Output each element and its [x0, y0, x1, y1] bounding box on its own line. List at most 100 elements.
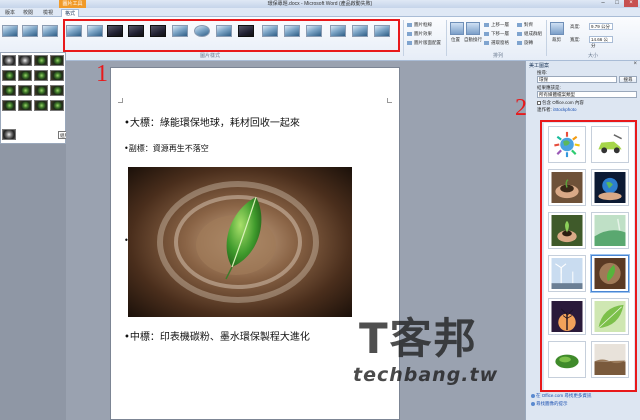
height-label: 高度:	[570, 24, 581, 29]
search-go-button[interactable]: 搜尋	[619, 76, 637, 83]
arrange-group-label: 排列	[493, 53, 504, 59]
gallery-group-label: 圖片樣式	[200, 53, 221, 59]
rotate-icon	[517, 40, 522, 45]
wrap-text-icon[interactable]	[466, 22, 480, 35]
align-button[interactable]: 對齊	[517, 22, 533, 28]
style-preview-thumb[interactable]	[2, 100, 16, 111]
license-line: 連作者: iStockphoto	[537, 107, 577, 113]
align-label: 對齊	[524, 22, 533, 27]
width-input[interactable]: 14.66 公分	[589, 36, 613, 48]
style-preview-thumb[interactable]	[2, 129, 16, 140]
picture-effects-label: 圖片效果	[414, 31, 432, 36]
layout-icon	[407, 40, 412, 45]
position-label[interactable]: 位置	[451, 37, 460, 43]
style-preview-thumb[interactable]	[2, 70, 16, 81]
selection-pane-icon	[484, 40, 489, 45]
selection-pane-label: 選取窗格	[491, 40, 509, 45]
leaf-photo[interactable]	[128, 167, 352, 317]
style-thumb[interactable]	[22, 25, 38, 37]
checkbox-icon	[537, 100, 541, 105]
minimize-button[interactable]: –	[596, 0, 610, 7]
effects-icon	[407, 31, 412, 36]
search-input[interactable]: 環保	[537, 76, 617, 83]
width-label: 寬度:	[570, 37, 581, 42]
align-icon	[517, 22, 522, 27]
style-preview-thumb[interactable]	[34, 55, 48, 66]
find-more-label: 在 Office.com 尋找更多資訊	[536, 393, 592, 398]
highlight-number-1: 1	[96, 61, 108, 87]
crop-icon[interactable]	[550, 22, 564, 35]
style-preview-thumb[interactable]	[50, 70, 64, 81]
send-backward-label: 下移一層	[491, 31, 509, 36]
style-preview-thumb[interactable]	[34, 100, 48, 111]
style-preview-thumb[interactable]	[34, 85, 48, 96]
bring-forward-label: 上移一層	[491, 22, 509, 27]
tab-version[interactable]: 版本	[2, 9, 18, 17]
license-prefix: 連作者:	[537, 107, 552, 112]
pane-title: 美工圖案	[529, 63, 550, 69]
crop-label[interactable]: 裁剪	[552, 37, 561, 43]
send-backward-button[interactable]: 下移一層	[484, 31, 509, 37]
style-preview-thumb[interactable]	[50, 85, 64, 96]
group-label: 組成群組	[524, 31, 542, 36]
find-more-link[interactable]: 在 Office.com 尋找更多資訊	[531, 393, 591, 399]
picture-layout-label: 圖片版面配置	[414, 40, 441, 45]
search-hints-label: 尋找圖像的提示	[536, 401, 568, 406]
style-preview-thumb[interactable]	[18, 100, 32, 111]
style-preview-thumb[interactable]	[2, 55, 16, 66]
bring-forward-icon	[484, 22, 489, 27]
picture-layout-button[interactable]: 圖片版面配置	[407, 40, 441, 46]
style-preview-thumb[interactable]	[34, 70, 48, 81]
position-icon[interactable]	[450, 22, 464, 35]
include-office-checkbox[interactable]: 包含 Office.com 內容	[537, 100, 584, 106]
help-icon	[531, 401, 535, 406]
style-preview-thumb[interactable]	[2, 85, 16, 96]
highlight-number-2: 2	[515, 95, 527, 121]
rotate-button[interactable]: 旋轉	[517, 40, 533, 46]
style-thumb[interactable]	[42, 25, 58, 37]
tab-view[interactable]: 檢視	[40, 9, 56, 17]
watermark-site: techbang.tw	[353, 364, 499, 386]
ribbon-separator	[546, 20, 547, 56]
window-title: 環保專題.docx - Microsoft Word (產品啟動失敗)	[267, 1, 373, 7]
style-preview-thumb[interactable]	[18, 85, 32, 96]
picture-border-button[interactable]: 圖片框線	[407, 22, 432, 28]
picture-border-label: 圖片框線	[414, 22, 432, 27]
style-thumb[interactable]	[2, 25, 18, 37]
group-button[interactable]: 組成群組	[517, 31, 542, 37]
results-type-select[interactable]: 所有媒體檔案類型	[537, 91, 637, 98]
size-group-label: 大小	[588, 53, 599, 59]
highlight-box-2	[540, 120, 637, 392]
height-input[interactable]: 9.79 公分	[589, 23, 613, 30]
maximize-button[interactable]: □	[610, 0, 624, 7]
ribbon-separator	[403, 20, 404, 56]
globe-icon	[531, 393, 535, 398]
border-icon	[407, 22, 412, 27]
style-preview-thumb[interactable]	[18, 55, 32, 66]
style-preview-thumb[interactable]	[50, 100, 64, 111]
search-hints-link[interactable]: 尋找圖像的提示	[531, 401, 568, 407]
style-preview-thumb[interactable]	[18, 70, 32, 81]
license-link[interactable]: iStockphoto	[553, 107, 577, 112]
subheading-text[interactable]: •副標：資源再生不落空	[124, 143, 209, 154]
crop-mark	[118, 98, 123, 103]
bring-forward-button[interactable]: 上移一層	[484, 22, 509, 28]
ribbon-separator	[446, 20, 447, 56]
pane-close-icon[interactable]: ×	[633, 61, 637, 67]
tab-review[interactable]: 校閱	[20, 9, 36, 17]
midheading-text[interactable]: •中標：印表機碳粉、墨水環保製程大進化	[124, 328, 310, 343]
crop-mark	[387, 98, 392, 103]
leaf-photo-image	[128, 167, 352, 317]
close-button[interactable]: ×	[624, 0, 638, 7]
group-icon	[517, 31, 522, 36]
title-bar: 圖片工具 環保專題.docx - Microsoft Word (產品啟動失敗)…	[0, 0, 640, 8]
watermark: T客邦 techbang.tw	[345, 316, 499, 396]
rotate-label: 旋轉	[524, 40, 533, 45]
send-backward-icon	[484, 31, 489, 36]
wrap-text-label[interactable]: 自動換行	[464, 37, 482, 43]
tab-format[interactable]: 格式	[61, 9, 80, 17]
heading-text[interactable]: •大標：綠能環保地球，耗材回收一起來	[124, 114, 300, 129]
selection-pane-button[interactable]: 選取窗格	[484, 40, 509, 46]
picture-effects-button[interactable]: 圖片效果	[407, 31, 432, 37]
style-preview-thumb[interactable]	[50, 55, 64, 66]
